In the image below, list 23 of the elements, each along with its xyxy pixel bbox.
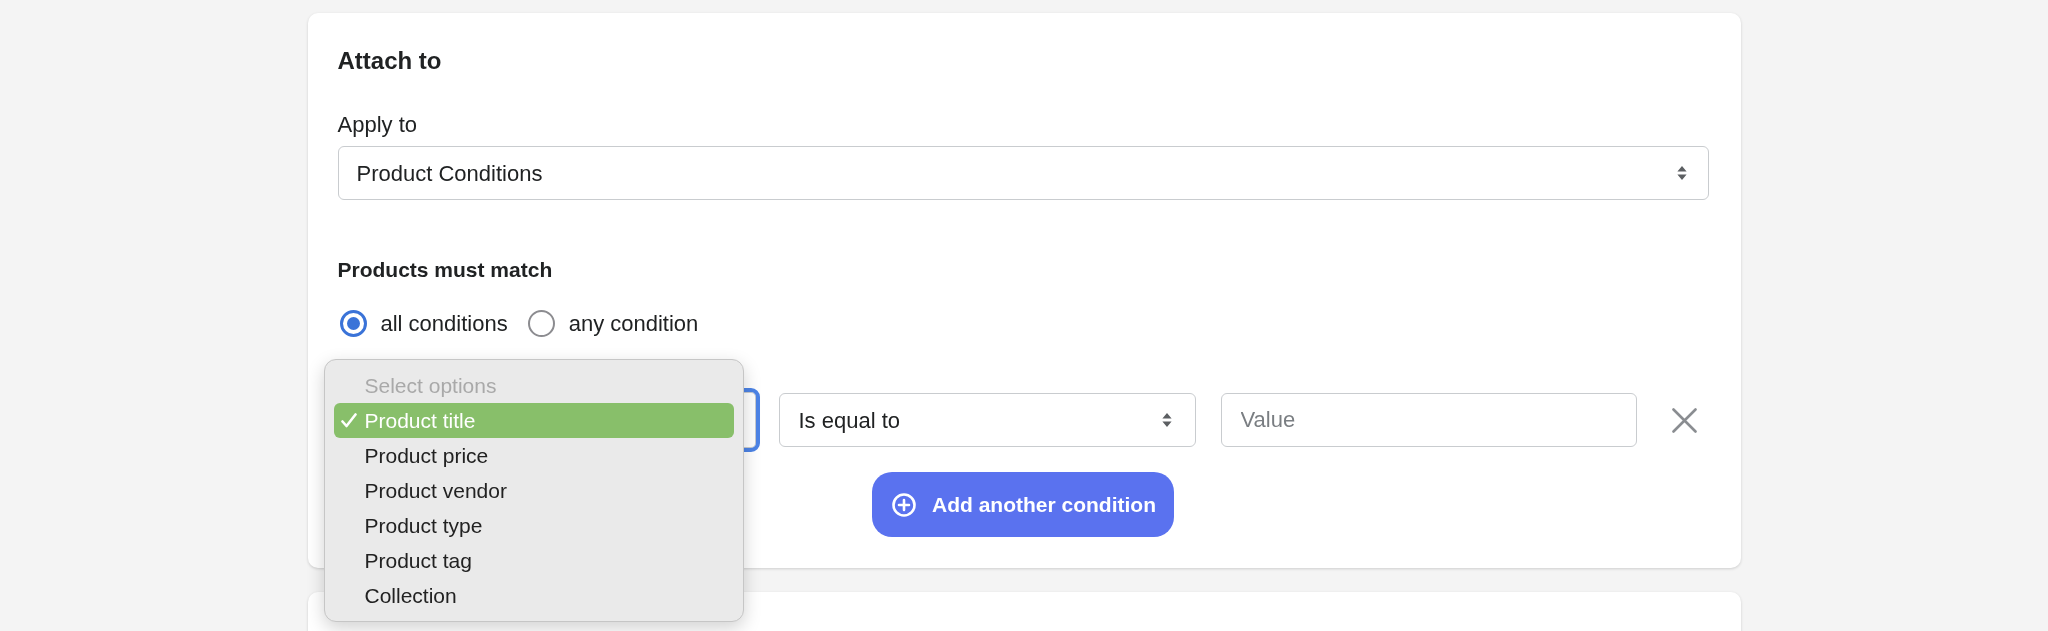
apply-to-select[interactable]: Product Conditions: [337, 146, 1709, 200]
menu-option[interactable]: Collection: [333, 578, 734, 613]
field-label: Apply to: [337, 111, 417, 139]
chevron-updown-icon: [1676, 165, 1687, 181]
radio-label[interactable]: any condition: [568, 306, 699, 340]
check-icon: [340, 413, 357, 428]
value-input[interactable]: Value: [1220, 393, 1637, 447]
operator-select[interactable]: Is equal to: [778, 393, 1196, 447]
card-title: Attach to: [337, 46, 442, 76]
radio-button[interactable]: [339, 309, 367, 337]
menu-option[interactable]: Product vendor: [333, 473, 734, 508]
radio-button[interactable]: [527, 309, 555, 337]
menu-option[interactable]: Product type: [333, 508, 734, 543]
plus-circle-icon: [892, 492, 916, 517]
section-heading: Products must match: [337, 257, 553, 283]
menu-option[interactable]: Product price: [333, 438, 734, 473]
menu-option: Select options: [333, 368, 734, 403]
chevron-updown-icon: [1161, 412, 1172, 428]
menu-option[interactable]: Product tag: [333, 543, 734, 578]
radio-label[interactable]: all conditions: [380, 306, 508, 340]
close-icon: [1671, 407, 1697, 433]
add-condition-button[interactable]: Add another condition: [872, 472, 1174, 537]
remove-button[interactable]: [1671, 407, 1697, 433]
